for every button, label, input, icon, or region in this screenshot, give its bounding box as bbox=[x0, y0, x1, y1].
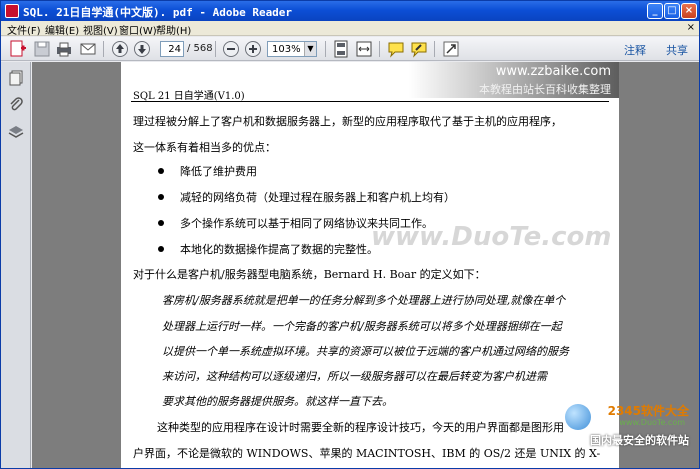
create-pdf-icon[interactable] bbox=[9, 40, 27, 58]
save-icon[interactable] bbox=[33, 40, 51, 58]
menu-window[interactable]: 窗口(W) bbox=[119, 22, 157, 37]
document-close-icon[interactable]: × bbox=[687, 22, 695, 33]
page-number-input[interactable] bbox=[160, 41, 184, 57]
banner-url: www.zzbaike.com bbox=[495, 64, 611, 79]
corner-brand: 2345软件大全 bbox=[607, 404, 689, 418]
body-line: 这一体系有着相当多的优点： bbox=[133, 141, 276, 154]
page-thumbnails-icon[interactable] bbox=[8, 70, 24, 86]
bullet-dot bbox=[158, 220, 164, 226]
quote-line: 以提供一个单一系统虚拟环境。共享的资源可以被位于远端的客户机通过网络的服务 bbox=[162, 345, 569, 358]
header-rule bbox=[131, 101, 609, 102]
email-icon[interactable] bbox=[79, 40, 97, 58]
quote-line: 客房机/服务器系统就是把单一的任务分解到多个处理器上进行协同处理,就像在单个 bbox=[162, 294, 566, 307]
corner-logo: 2345软件大全 www.DuoTe.com 国内最安全的软件站 bbox=[563, 398, 693, 458]
logo-ball-icon bbox=[565, 404, 591, 430]
body-line: 户界面，不论是微软的 WINDOWS、苹果的 MACINTOSH、IBM 的 O… bbox=[133, 447, 601, 460]
menu-edit[interactable]: 编辑(E) bbox=[45, 22, 79, 37]
bullet-item: 本地化的数据操作提高了数据的完整性。 bbox=[180, 243, 378, 256]
fit-page-icon[interactable] bbox=[332, 40, 350, 58]
quote-line: 处理器上运行时一样。一个完备的客户机/服务器系统可以将多个处理器捆绑在一起 bbox=[162, 320, 562, 333]
share-button[interactable]: 共享 bbox=[666, 42, 688, 58]
menu-bar: 文件(F) 编辑(E) 视图(V) 窗口(W) 帮助(H) × bbox=[1, 21, 699, 37]
previous-page-icon[interactable] bbox=[111, 40, 129, 58]
quote-line: 来访问，这种结构可以逐级递归，所以一级服务器可以在最后转变为客户机进需 bbox=[162, 370, 547, 383]
bullet-item: 多个操作系统可以基于相同了网络协议来共同工作。 bbox=[180, 217, 433, 230]
body-line: 理过程被分解上了客户机和数据服务器上，新型的应用程序取代了基于主机的应用程序， bbox=[133, 115, 562, 128]
toolbar-separator bbox=[325, 41, 326, 57]
page-total: / 568 bbox=[187, 43, 213, 54]
bullet-dot bbox=[158, 168, 164, 174]
zoom-in-icon[interactable] bbox=[244, 40, 262, 58]
comment-button[interactable]: 注释 bbox=[624, 42, 646, 58]
header-banner: www.zzbaike.com 本教程由站长百科收集整理 bbox=[409, 62, 619, 98]
highlight-icon[interactable] bbox=[410, 40, 428, 58]
running-head: SQL 21 日自学通(V1.0) bbox=[133, 91, 245, 102]
navigation-pane bbox=[1, 62, 31, 468]
layers-icon[interactable] bbox=[8, 124, 24, 140]
close-button[interactable]: × bbox=[681, 3, 697, 19]
quote-line: 要求其他的服务器提供服务。就这样一直下去。 bbox=[162, 395, 393, 408]
reader-window: SQL. 21日自学通(中文版). pdf - Adobe Reader _ □… bbox=[0, 0, 700, 469]
document-viewport[interactable]: www.zzbaike.com 本教程由站长百科收集整理 SQL 21 日自学通… bbox=[32, 62, 699, 468]
zoom-out-icon[interactable] bbox=[222, 40, 240, 58]
menu-help[interactable]: 帮助(H) bbox=[156, 22, 191, 37]
menu-file[interactable]: 文件(F) bbox=[7, 22, 41, 37]
zoom-select[interactable]: 103% ▼ bbox=[267, 41, 317, 57]
body-line: 对于什么是客户机/服务器型电脑系统，Bernard H. Boar 的定义如下： bbox=[133, 268, 486, 281]
bullet-dot bbox=[158, 246, 164, 252]
fit-width-icon[interactable] bbox=[355, 40, 373, 58]
maximize-button[interactable]: □ bbox=[664, 3, 680, 19]
chevron-down-icon[interactable]: ▼ bbox=[304, 42, 316, 56]
bullet-item: 减轻的网络负荷（处理过程在服务器上和客户机上均有） bbox=[180, 191, 455, 204]
bullet-item: 降低了维护费用 bbox=[180, 165, 257, 178]
toolbar: / 568 103% ▼ 注释 共享 bbox=[1, 37, 699, 61]
banner-subtitle: 本教程由站长百科收集整理 bbox=[479, 83, 611, 96]
adobe-reader-icon bbox=[5, 4, 19, 18]
sticky-note-icon[interactable] bbox=[387, 40, 405, 58]
corner-subtitle: 国内最安全的软件站 bbox=[590, 434, 689, 447]
print-icon[interactable] bbox=[55, 40, 73, 58]
window-title: SQL. 21日自学通(中文版). pdf - Adobe Reader bbox=[23, 6, 293, 19]
minimize-button[interactable]: _ bbox=[647, 3, 663, 19]
title-bar: SQL. 21日自学通(中文版). pdf - Adobe Reader _ □… bbox=[1, 1, 699, 21]
corner-url: www.DuoTe.com bbox=[619, 418, 685, 427]
body-line: 这种类型的应用程序在设计时需要全新的程序设计技巧，今天的用户界面都是图形用 bbox=[157, 421, 564, 434]
menu-view[interactable]: 视图(V) bbox=[83, 22, 118, 37]
next-page-icon[interactable] bbox=[133, 40, 151, 58]
zoom-value: 103% bbox=[272, 44, 301, 55]
toolbar-separator bbox=[103, 41, 104, 57]
toolbar-separator bbox=[215, 41, 216, 57]
attachments-icon[interactable] bbox=[8, 96, 24, 112]
pdf-page[interactable]: www.zzbaike.com 本教程由站长百科收集整理 SQL 21 日自学通… bbox=[121, 62, 619, 468]
toolbar-separator bbox=[434, 41, 435, 57]
expand-icon[interactable] bbox=[442, 40, 460, 58]
bullet-dot bbox=[158, 194, 164, 200]
toolbar-separator bbox=[379, 41, 380, 57]
